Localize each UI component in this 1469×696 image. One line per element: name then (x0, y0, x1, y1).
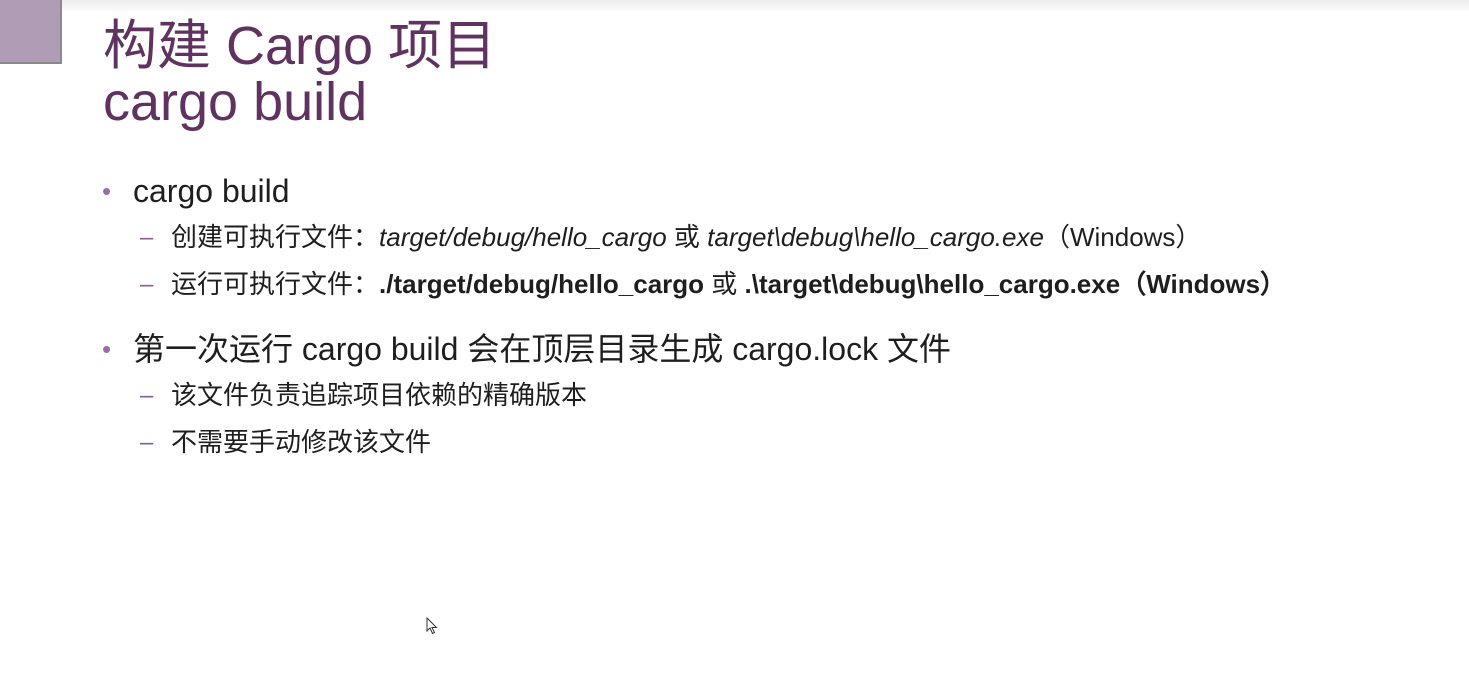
sub-item-run-exe: – 运行可执行文件：./target/debug/hello_cargo 或 .… (102, 261, 1442, 308)
bullet-text: cargo build (133, 173, 290, 209)
dash-icon: – (140, 224, 154, 251)
bullet-icon: • (102, 334, 112, 364)
title-line-1: 构建 Cargo 项目 (103, 16, 497, 76)
path-windows: target\debug\hello_cargo.exe (707, 222, 1044, 252)
corner-decoration (0, 0, 62, 64)
sub-label: 创建可执行文件： (171, 222, 380, 252)
mouse-pointer-icon (426, 616, 438, 635)
slide-body: • cargo build – 创建可执行文件：target/debug/hel… (102, 168, 1442, 466)
bullet-cargo-build: • cargo build (102, 168, 1442, 214)
sub-item-create-exe: – 创建可执行文件：target/debug/hello_cargo 或 tar… (102, 214, 1442, 261)
path-unix: ./target/debug/hello_cargo (379, 269, 705, 299)
dash-icon: – (140, 429, 154, 456)
dash-icon: – (140, 382, 154, 409)
sub-text: 该文件负责追踪项目依赖的精确版本 (171, 380, 588, 410)
bullet-icon: • (102, 176, 112, 206)
platform-note: （Windows） (1043, 222, 1202, 252)
bullet-text: 第一次运行 cargo build 会在顶层目录生成 cargo.lock 文件 (133, 331, 951, 367)
sub-item-lock-manual: – 不需要手动修改该文件 (102, 419, 1442, 466)
sub-item-lock-purpose: – 该文件负责追踪项目依赖的精确版本 (102, 372, 1442, 419)
slide: 构建 Cargo 项目 cargo build • cargo build – … (0, 0, 1469, 696)
path-unix: target/debug/hello_cargo (379, 222, 667, 252)
slide-title: 构建 Cargo 项目 cargo build (103, 18, 496, 130)
path-windows: .\target\debug\hello_cargo.exe (744, 269, 1121, 299)
platform-note: （Windows） (1120, 269, 1287, 299)
path-separator: 或 (704, 269, 745, 299)
sub-text: 不需要手动修改该文件 (171, 427, 432, 457)
title-line-2: cargo build (103, 72, 368, 132)
bullet-cargo-lock: • 第一次运行 cargo build 会在顶层目录生成 cargo.lock … (102, 326, 1442, 372)
path-separator: 或 (666, 222, 708, 252)
sub-label: 运行可执行文件： (171, 269, 380, 299)
dash-icon: – (140, 271, 154, 298)
top-fade (0, 0, 1469, 14)
